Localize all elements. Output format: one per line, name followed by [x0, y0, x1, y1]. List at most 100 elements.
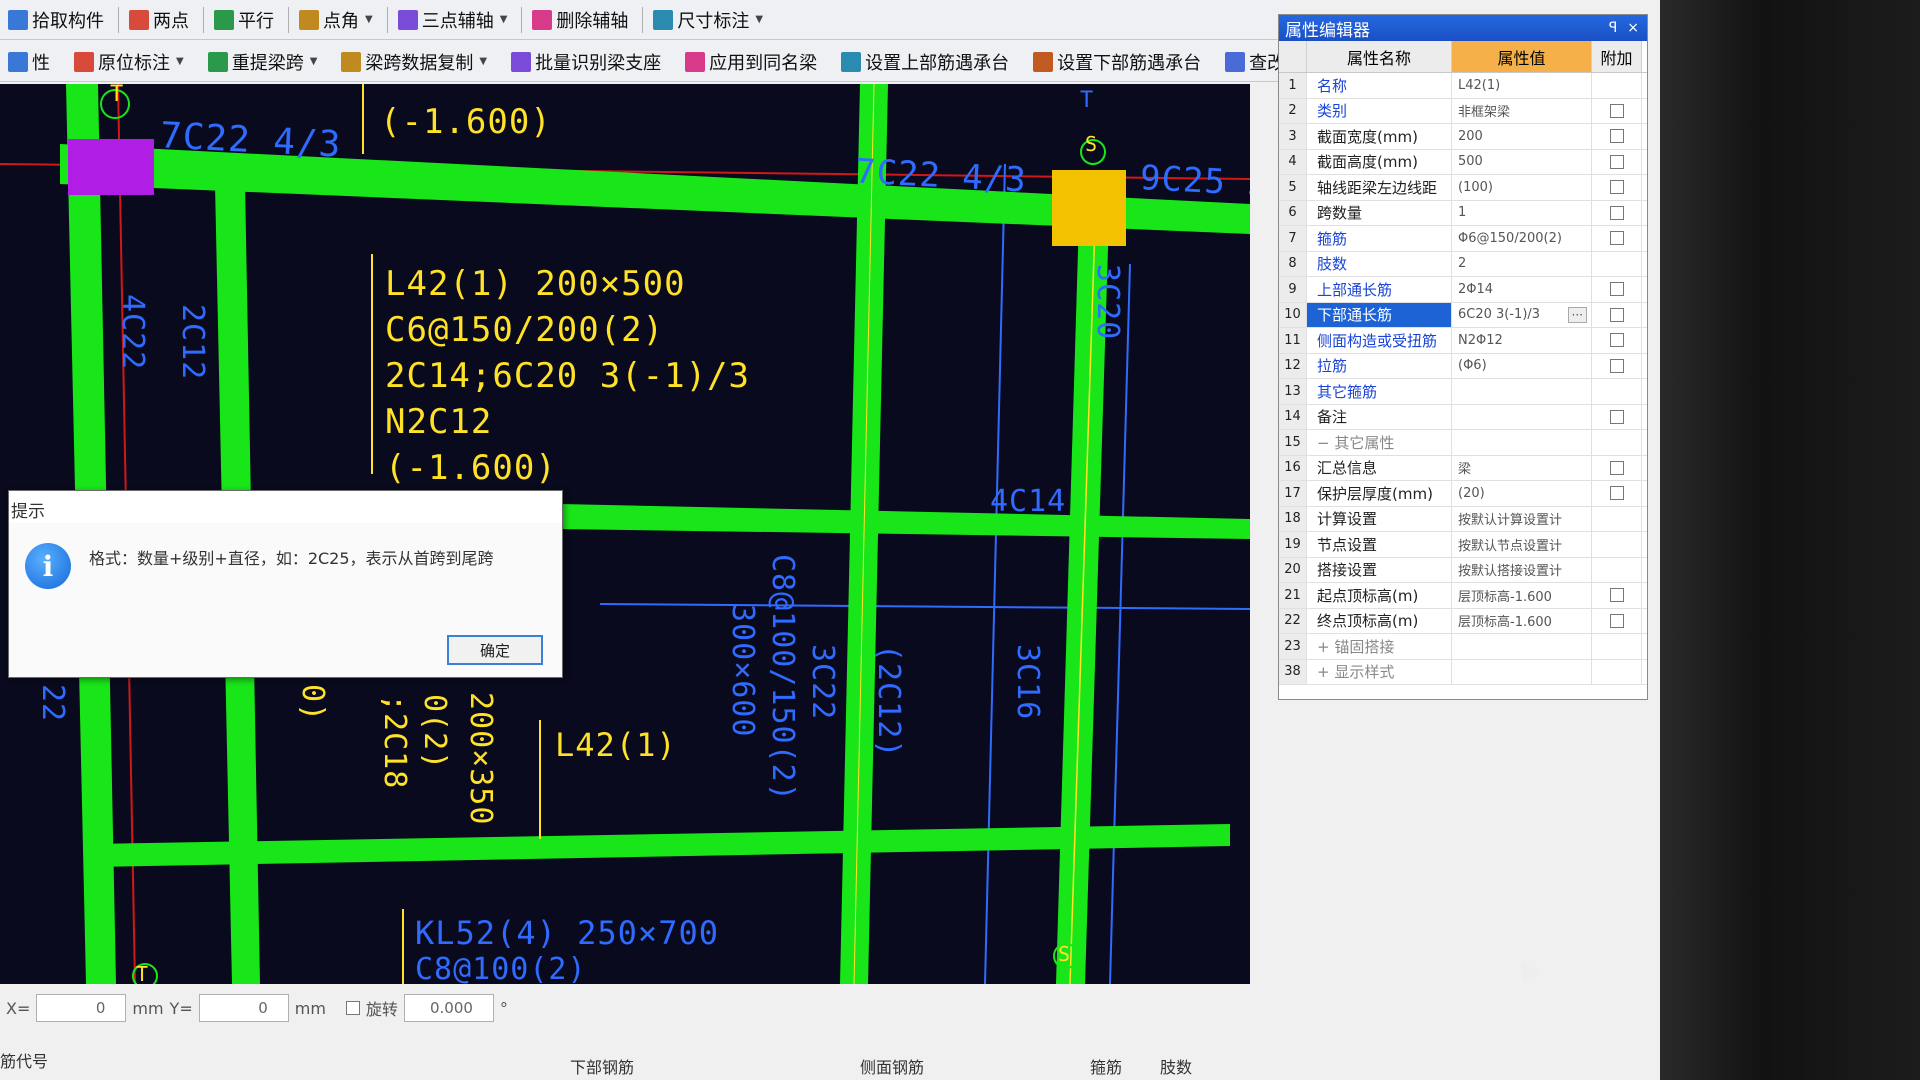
property-value[interactable]: (100) — [1452, 175, 1592, 200]
extra-checkbox[interactable] — [1609, 307, 1624, 322]
extra-checkbox[interactable] — [1609, 180, 1624, 195]
property-value[interactable]: N2Φ12 — [1452, 328, 1592, 353]
extra-checkbox[interactable] — [1609, 103, 1624, 118]
toolbar1-button[interactable]: 删除辅轴 — [528, 5, 636, 35]
extra-checkbox[interactable] — [1609, 205, 1624, 220]
chevron-down-icon[interactable]: ▼ — [755, 14, 763, 25]
property-row[interactable]: 15− 其它属性 — [1279, 430, 1647, 456]
property-value[interactable]: L42(1) — [1452, 73, 1592, 98]
property-row[interactable]: 2 类别 非框架梁 — [1279, 98, 1647, 124]
property-value[interactable]: Φ6@150/200(2) — [1452, 226, 1592, 251]
extra-checkbox[interactable] — [1609, 154, 1624, 169]
property-row[interactable]: 23 + 锚固搭接 — [1279, 634, 1647, 660]
property-value[interactable]: 按默认搭接设置计 — [1452, 557, 1592, 582]
property-row[interactable]: 21 起点顶标高(m) 层顶标高-1.600 — [1279, 583, 1647, 609]
property-row[interactable]: 6 跨数量 1 — [1279, 200, 1647, 226]
toolbar1-button[interactable]: 点角 ▼ — [295, 5, 381, 35]
toolbar1-button[interactable]: 两点 — [125, 5, 197, 35]
chevron-down-icon[interactable]: ▼ — [365, 14, 373, 25]
property-row[interactable]: 7 箍筋 Φ6@150/200(2) — [1279, 226, 1647, 252]
property-value[interactable] — [1452, 404, 1592, 429]
property-value[interactable]: (20) — [1452, 481, 1592, 506]
property-row[interactable]: 17 保护层厚度(mm) (20) — [1279, 481, 1647, 507]
extra-cell — [1592, 455, 1642, 480]
property-value[interactable]: 按默认节点设置计 — [1452, 532, 1592, 557]
property-row[interactable]: 1 名称 L42(1) — [1279, 73, 1647, 99]
property-row[interactable]: 14 备注 — [1279, 404, 1647, 430]
property-value[interactable] — [1452, 659, 1592, 684]
extra-checkbox[interactable] — [1609, 231, 1624, 246]
property-row[interactable]: 10 下部通长筋 6C20 3(-1)/3 ··· — [1279, 302, 1647, 328]
property-row[interactable]: 22 终点顶标高(m) 层顶标高-1.600 — [1279, 608, 1647, 634]
property-row[interactable]: 4 截面高度(mm) 500 — [1279, 149, 1647, 175]
property-row[interactable]: 19 节点设置 按默认节点设置计 — [1279, 532, 1647, 558]
property-row[interactable]: 38 + 显示样式 — [1279, 659, 1647, 685]
extra-checkbox[interactable] — [1609, 486, 1624, 501]
property-value[interactable]: 6C20 3(-1)/3 ··· — [1452, 302, 1592, 327]
toolbar1-button[interactable]: 尺寸标注 ▼ — [649, 5, 771, 35]
property-row[interactable]: 5 轴线距梁左边线距 (100) — [1279, 175, 1647, 201]
extra-checkbox[interactable] — [1609, 129, 1624, 144]
property-value[interactable]: 梁 — [1452, 455, 1592, 480]
y-input[interactable]: 0 — [198, 994, 289, 1022]
extra-checkbox[interactable] — [1609, 282, 1624, 297]
property-row[interactable]: 11 侧面构造或受扭筋 N2Φ12 — [1279, 328, 1647, 354]
property-value[interactable]: 按默认计算设置计 — [1452, 506, 1592, 531]
toolbar2-button[interactable]: 重提梁跨 ▼ — [204, 47, 326, 77]
property-value[interactable]: 层顶标高-1.600 — [1452, 608, 1592, 633]
property-value[interactable]: 500 — [1452, 149, 1592, 174]
property-row[interactable]: 20 搭接设置 按默认搭接设置计 — [1279, 557, 1647, 583]
toolbar2-button[interactable]: 性 — [4, 47, 58, 77]
property-row[interactable]: 3 截面宽度(mm) 200 — [1279, 124, 1647, 150]
extra-checkbox[interactable] — [1609, 409, 1624, 424]
toolbar2-button[interactable]: 原位标注 ▼ — [70, 47, 192, 77]
toolbar1-button[interactable]: 拾取构件 — [4, 5, 112, 35]
column[interactable] — [1052, 170, 1126, 246]
chevron-down-icon[interactable]: ▼ — [479, 56, 487, 67]
ok-button[interactable]: 确定 — [447, 635, 543, 665]
property-value[interactable]: 层顶标高-1.600 — [1452, 583, 1592, 608]
rotate-checkbox[interactable] — [345, 1001, 360, 1015]
property-value[interactable]: 非框架梁 — [1452, 98, 1592, 123]
toolbar2-button[interactable]: 设置上部筋遇承台 — [837, 47, 1017, 77]
extra-checkbox[interactable] — [1609, 333, 1624, 348]
property-row[interactable]: 13 其它箍筋 — [1279, 379, 1647, 405]
pin-icon[interactable]: ꟼ — [1609, 20, 1617, 36]
property-row[interactable]: 12 拉筋 (Φ6) — [1279, 353, 1647, 379]
beam[interactable] — [560, 504, 1250, 539]
beam-spec: KL52(4) 250×700 — [415, 914, 719, 952]
property-value[interactable]: 200 — [1452, 124, 1592, 149]
chevron-down-icon[interactable]: ▼ — [310, 56, 318, 67]
ellipsis-button[interactable]: ··· — [1567, 306, 1587, 323]
property-value-text: (Φ6) — [1458, 358, 1487, 374]
property-value[interactable]: 2 — [1452, 251, 1592, 276]
toolbar1-button[interactable]: 三点辅轴 ▼ — [394, 5, 516, 35]
property-value[interactable]: (Φ6) — [1452, 353, 1592, 378]
property-value[interactable]: 1 — [1452, 200, 1592, 225]
extra-checkbox[interactable] — [1609, 613, 1624, 628]
toolbar2-button[interactable]: 应用到同名梁 — [681, 47, 825, 77]
property-row[interactable]: 18 计算设置 按默认计算设置计 — [1279, 506, 1647, 532]
property-value[interactable]: 2Φ14 — [1452, 277, 1592, 302]
property-row[interactable]: 16 汇总信息梁 — [1279, 455, 1647, 481]
toolbar1-button[interactable]: 平行 — [210, 5, 282, 35]
property-row[interactable]: 9 上部通长筋 2Φ14 — [1279, 277, 1647, 303]
property-value[interactable] — [1452, 634, 1592, 659]
chevron-down-icon[interactable]: ▼ — [176, 56, 184, 67]
extra-checkbox[interactable] — [1609, 588, 1624, 603]
property-value[interactable] — [1452, 430, 1592, 455]
property-value[interactable] — [1452, 379, 1592, 404]
x-input[interactable]: 0 — [36, 994, 127, 1022]
property-name: 侧面构造或受扭筋 — [1307, 328, 1452, 353]
toolbar2-button[interactable]: 梁跨数据复制 ▼ — [337, 47, 495, 77]
toolbar2-button[interactable]: 设置下部筋遇承台 — [1029, 47, 1209, 77]
close-icon[interactable]: × — [1627, 20, 1639, 36]
property-row[interactable]: 8 肢数 2 — [1279, 251, 1647, 277]
chevron-down-icon[interactable]: ▼ — [500, 14, 508, 25]
extra-checkbox[interactable] — [1609, 358, 1624, 373]
toolbar2-button[interactable]: 批量识别梁支座 — [507, 47, 669, 77]
column[interactable] — [68, 139, 154, 195]
extra-checkbox[interactable] — [1609, 460, 1624, 475]
rotate-input[interactable]: 0.000 — [403, 994, 494, 1022]
tool-icon — [1033, 51, 1054, 72]
